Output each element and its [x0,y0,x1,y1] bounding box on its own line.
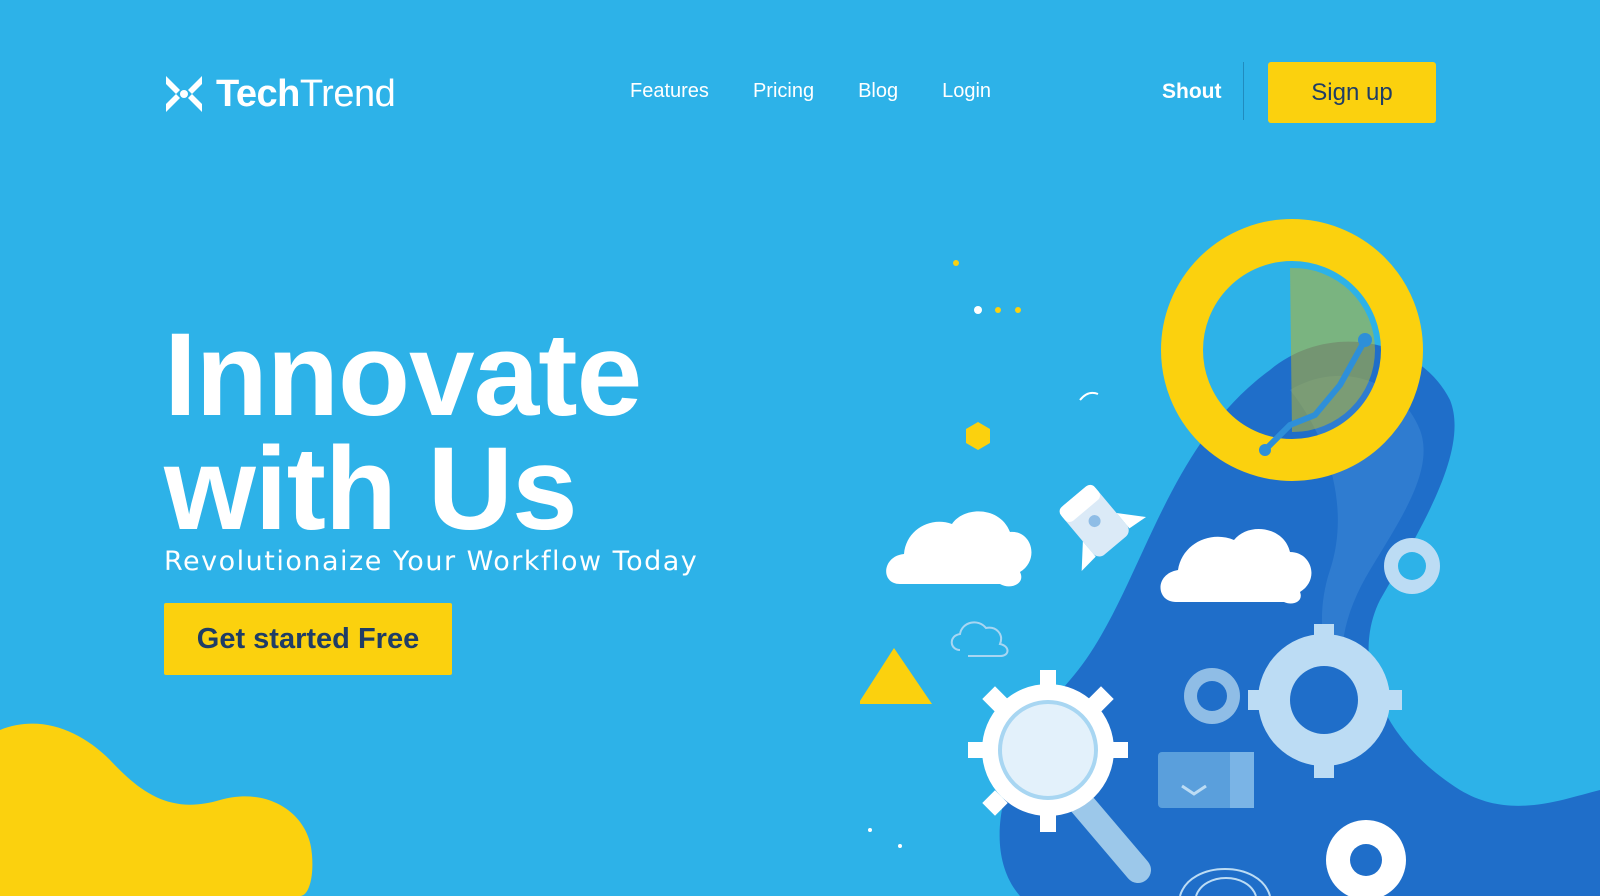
monitor-icon [1158,752,1254,808]
signup-button[interactable]: Sign up [1268,62,1436,123]
nav-blog[interactable]: Blog [858,80,898,103]
main-nav: Features Pricing Blog Login [630,80,991,103]
hero-title-line-1: Innovate [164,309,642,441]
hexagon-icon [966,422,990,450]
hero-title-line-2: with Us [164,423,578,555]
hero-subtitle: Revolutionaize Your Workflow Today [164,546,699,577]
nav-login[interactable]: Login [942,80,991,103]
hero-title: Innovate with Us [164,309,642,555]
yellow-blob-decoration [0,723,313,896]
logo-mark-icon [166,76,202,112]
brand-logo[interactable]: TechTrend [162,72,396,116]
triangle-icon [860,648,932,704]
gear-icon [1384,538,1440,594]
rocket-icon [1059,484,1147,572]
brand-name: TechTrend [216,72,396,115]
cloud-icon [886,511,1032,587]
get-started-button[interactable]: Get started Free [164,603,452,675]
header-divider [1243,62,1244,120]
shout-link[interactable]: Shout [1162,80,1221,104]
site-header: TechTrend Features Pricing Blog Login Sh… [0,0,1600,190]
nav-pricing[interactable]: Pricing [753,80,814,103]
gear-icon [1184,668,1240,724]
nav-features[interactable]: Features [630,80,709,103]
hero-illustration [860,219,1600,896]
